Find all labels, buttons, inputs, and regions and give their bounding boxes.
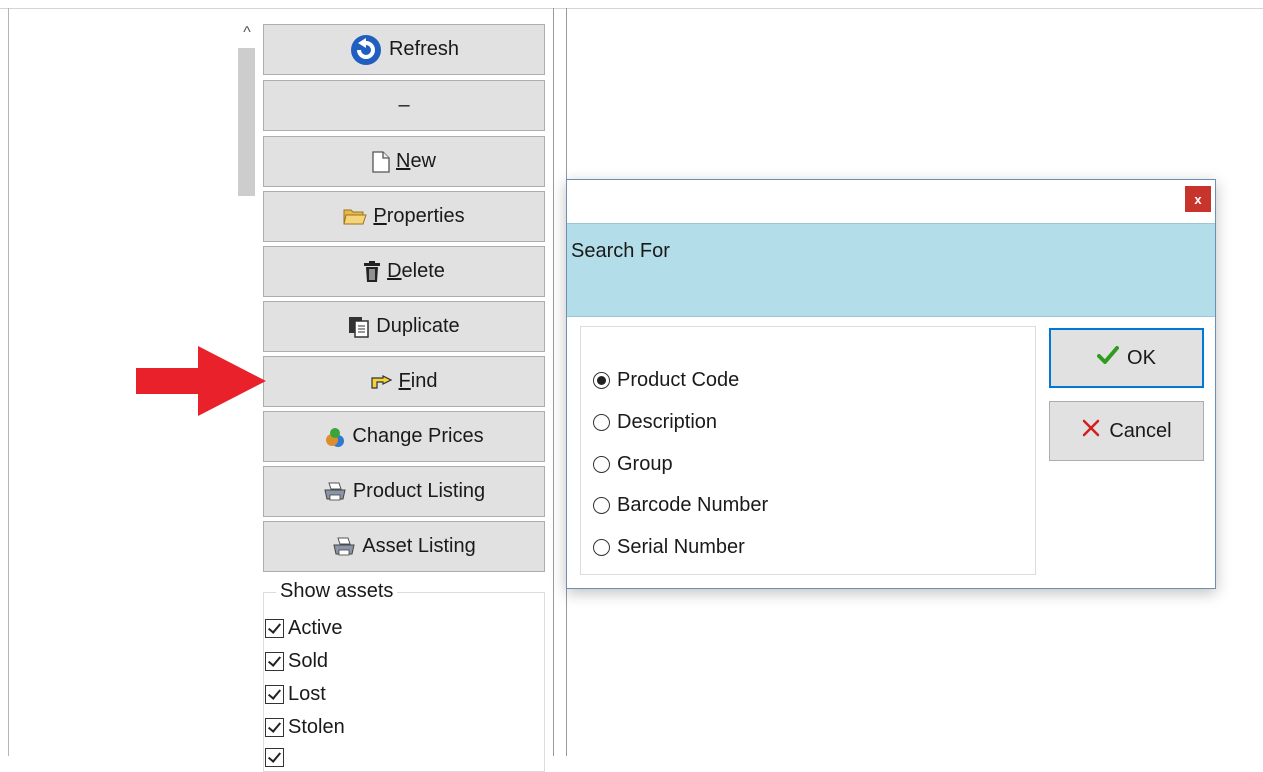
duplicate-label: Duplicate: [376, 315, 460, 337]
duplicate-button[interactable]: Duplicate: [263, 301, 545, 352]
dialog-header: Search For: [567, 223, 1215, 317]
refresh-icon: [349, 33, 383, 67]
trash-icon: [363, 260, 381, 283]
printer-icon: [323, 482, 347, 502]
search-dialog: x Search For Product Code Description Gr…: [566, 179, 1216, 589]
duplicate-icon: [348, 316, 370, 338]
asset-listing-label: Asset Listing: [362, 535, 476, 557]
lost-checkbox[interactable]: Lost: [265, 683, 326, 706]
printer-icon: [332, 537, 356, 557]
checkbox-checked-icon[interactable]: [265, 685, 284, 704]
product-listing-label: Product Listing: [352, 480, 486, 502]
folder-open-icon: [343, 207, 368, 227]
product-listing-button[interactable]: Product Listing: [263, 466, 545, 517]
new-button[interactable]: New: [263, 136, 545, 187]
search-options-panel: Product Code Description Group Barcode N…: [580, 326, 1036, 575]
properties-label: Properties: [373, 205, 465, 227]
serial-number-label: Serial Number: [617, 536, 745, 558]
next-checkbox-partial[interactable]: [265, 748, 284, 767]
refresh-button[interactable]: Refresh: [263, 24, 545, 75]
separator-button[interactable]: –: [263, 80, 545, 131]
radio-unselected-icon[interactable]: [593, 497, 610, 514]
barcode-number-radio[interactable]: Barcode Number: [593, 494, 768, 517]
change-prices-label: Change Prices: [352, 425, 484, 447]
stolen-label: Stolen: [288, 716, 345, 738]
new-document-icon: [372, 150, 390, 173]
checkbox-checked-icon[interactable]: [265, 718, 284, 737]
find-button[interactable]: Find: [263, 356, 545, 407]
scroll-up-arrow-icon[interactable]: ^: [236, 18, 258, 46]
red-arrow-icon: [136, 346, 266, 416]
sold-label: Sold: [288, 650, 329, 672]
active-label: Active: [288, 617, 343, 639]
checkbox-checked-icon[interactable]: [265, 748, 284, 767]
radio-selected-icon[interactable]: [593, 372, 610, 389]
delete-button[interactable]: Delete: [263, 246, 545, 297]
radio-unselected-icon[interactable]: [593, 539, 610, 556]
cancel-label: Cancel: [1109, 419, 1172, 442]
product-code-label: Product Code: [617, 369, 740, 391]
change-prices-button[interactable]: Change Prices: [263, 411, 545, 462]
description-label: Description: [617, 411, 718, 433]
scroll-thumb[interactable]: [238, 48, 255, 196]
description-radio[interactable]: Description: [593, 411, 717, 434]
asset-listing-button[interactable]: Asset Listing: [263, 521, 545, 572]
group-label: Group: [617, 453, 673, 475]
sold-checkbox[interactable]: Sold: [265, 650, 328, 673]
window-left-border: [8, 8, 9, 756]
ok-button[interactable]: OK: [1049, 328, 1204, 388]
product-code-radio[interactable]: Product Code: [593, 369, 739, 392]
delete-label: Delete: [387, 260, 445, 282]
radio-unselected-icon[interactable]: [593, 414, 610, 431]
cancel-button[interactable]: Cancel: [1049, 401, 1204, 461]
close-icon[interactable]: x: [1185, 186, 1211, 212]
find-label: Find: [398, 370, 438, 392]
serial-number-radio[interactable]: Serial Number: [593, 536, 745, 559]
active-checkbox[interactable]: Active: [265, 617, 342, 640]
refresh-label: Refresh: [388, 38, 460, 60]
checkmark-icon: [1097, 345, 1120, 371]
checkbox-checked-icon[interactable]: [265, 652, 284, 671]
separator-label: –: [398, 94, 410, 116]
properties-button[interactable]: Properties: [263, 191, 545, 242]
show-assets-legend: Show assets: [276, 580, 398, 603]
stolen-checkbox[interactable]: Stolen: [265, 716, 345, 739]
money-bag-icon: [324, 426, 346, 448]
pointing-hand-icon: [370, 373, 393, 391]
panel-divider[interactable]: [553, 8, 554, 756]
ok-label: OK: [1127, 346, 1156, 369]
checkbox-checked-icon[interactable]: [265, 619, 284, 638]
x-icon: [1081, 418, 1101, 444]
radio-unselected-icon[interactable]: [593, 456, 610, 473]
group-radio[interactable]: Group: [593, 453, 673, 476]
window-top-border: [0, 8, 1263, 9]
barcode-number-label: Barcode Number: [617, 494, 769, 516]
new-label: New: [395, 150, 437, 172]
dialog-title: Search For: [571, 240, 670, 262]
lost-label: Lost: [288, 683, 326, 705]
